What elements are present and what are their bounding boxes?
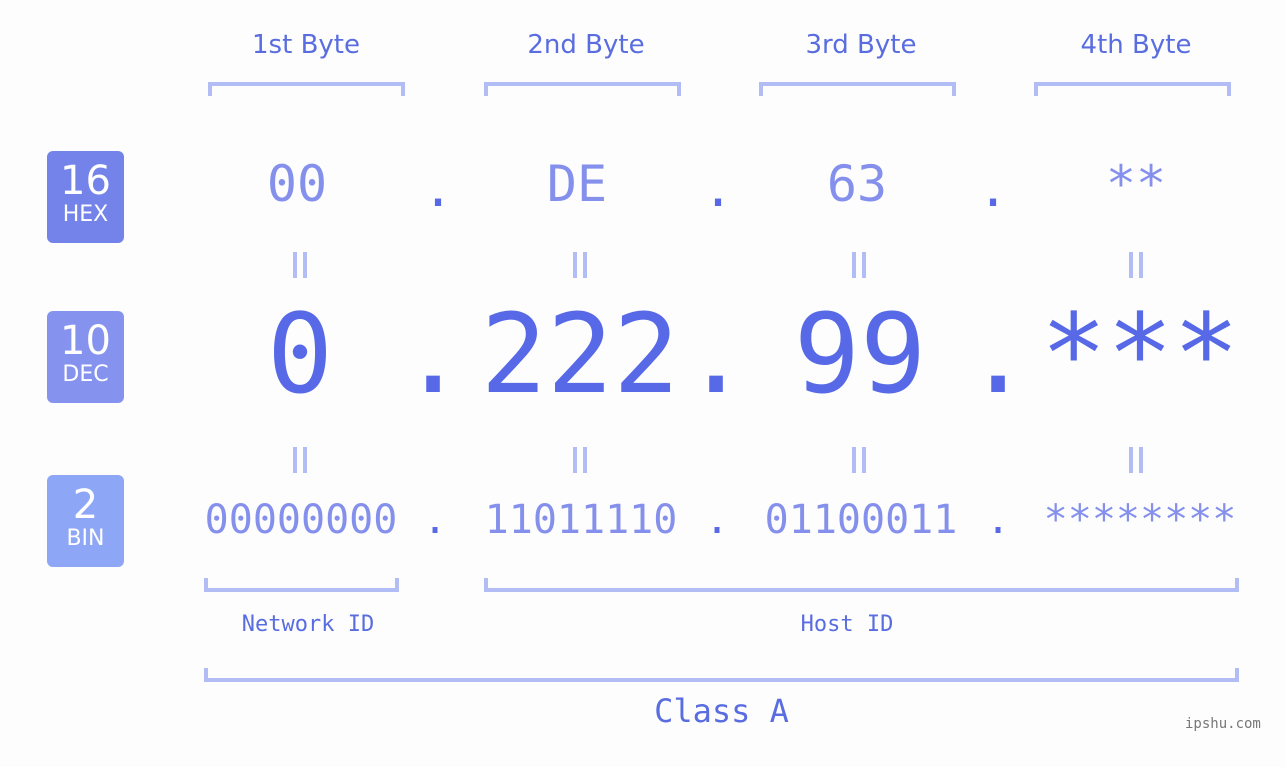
equals-icon — [280, 247, 320, 287]
watermark: ipshu.com — [1185, 716, 1261, 732]
host-id-label: Host ID — [800, 612, 894, 637]
byte-bracket-4 — [1034, 82, 1231, 96]
hex-separator-2: . — [703, 160, 734, 218]
bin-separator-1: . — [423, 497, 448, 543]
hex-separator-1: . — [423, 160, 454, 218]
hex-byte-4: ** — [1105, 155, 1167, 213]
byte-header-3: 3rd Byte — [805, 30, 917, 60]
dec-badge-label: DEC — [62, 362, 109, 387]
byte-header-1: 1st Byte — [252, 30, 360, 60]
class-label: Class A — [654, 692, 789, 730]
hex-badge-label: HEX — [62, 202, 109, 227]
bin-badge: 2 BIN — [47, 475, 124, 567]
bin-byte-2: 11011110 — [484, 497, 678, 543]
bin-badge-label: BIN — [66, 526, 105, 551]
bin-byte-4: ******** — [1043, 497, 1237, 543]
hex-badge: 16 HEX — [47, 151, 124, 243]
dec-byte-3: 99 — [793, 290, 927, 418]
equals-icon — [1116, 247, 1156, 287]
bin-byte-1: 00000000 — [204, 497, 398, 543]
bin-separator-2: . — [705, 497, 730, 543]
byte-bracket-3 — [759, 82, 956, 96]
byte-bracket-1 — [208, 82, 405, 96]
equals-icon — [1116, 442, 1156, 482]
bin-badge-base: 2 — [72, 482, 99, 528]
byte-bracket-2 — [484, 82, 681, 96]
network-id-label: Network ID — [241, 612, 375, 637]
byte-header-4: 4th Byte — [1080, 30, 1192, 60]
dec-badge: 10 DEC — [47, 311, 124, 403]
bin-separator-3: . — [986, 497, 1011, 543]
host-id-bracket — [484, 578, 1239, 592]
hex-byte-1: 00 — [266, 155, 328, 213]
network-id-bracket — [204, 578, 399, 592]
equals-icon — [560, 247, 600, 287]
equals-icon — [560, 442, 600, 482]
hex-badge-base: 16 — [60, 158, 111, 204]
dec-byte-1: 0 — [266, 290, 334, 418]
hex-separator-3: . — [978, 160, 1009, 218]
dec-byte-4: *** — [1040, 290, 1240, 418]
equals-icon — [839, 247, 879, 287]
equals-icon — [839, 442, 879, 482]
byte-header-2: 2nd Byte — [527, 30, 645, 60]
dec-byte-2: 222 — [480, 290, 680, 418]
hex-byte-3: 63 — [826, 155, 888, 213]
hex-byte-2: DE — [546, 155, 608, 213]
bin-byte-3: 01100011 — [764, 497, 958, 543]
class-bracket — [204, 668, 1239, 682]
equals-icon — [280, 442, 320, 482]
dec-badge-base: 10 — [60, 318, 111, 364]
